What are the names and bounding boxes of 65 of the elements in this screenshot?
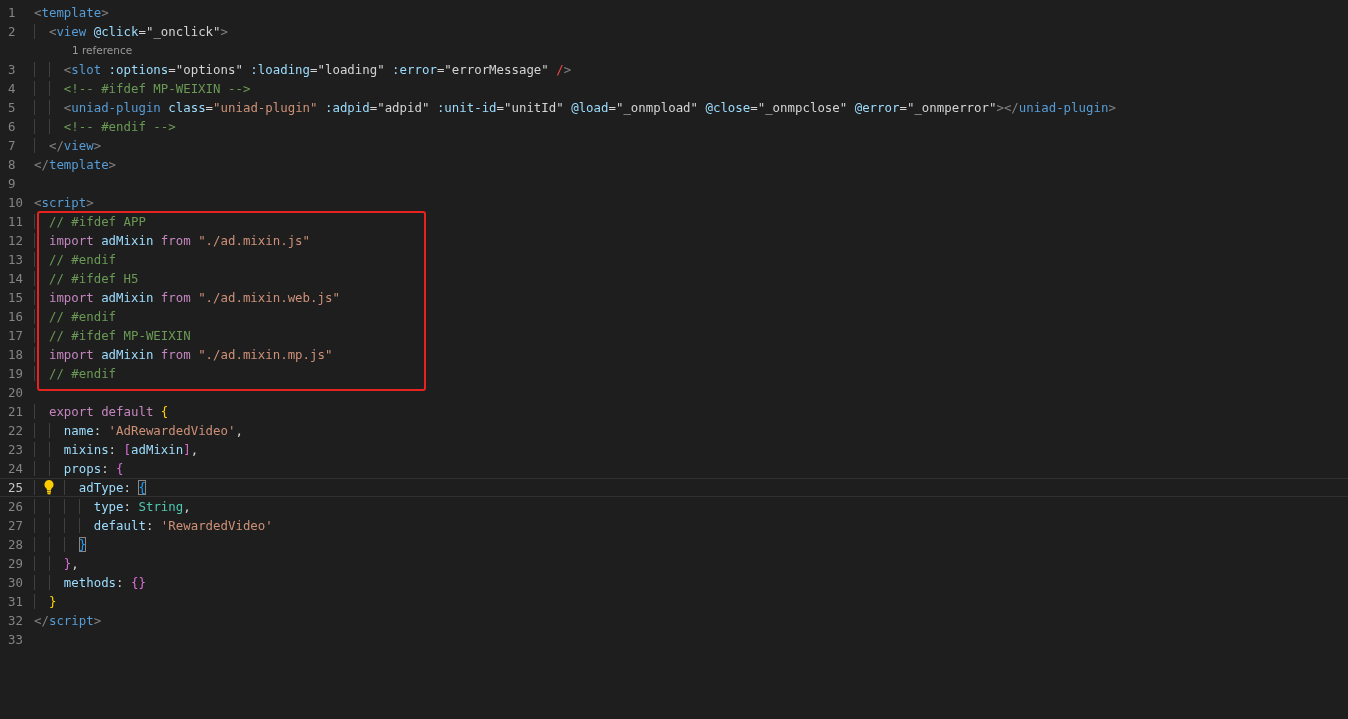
code-line: <!-- #endif --> [34,117,176,136]
code-line: // #endif [34,364,117,383]
code-line: adType: { [34,478,146,497]
line-number: 11 [7,213,24,231]
code-line: // #endif [34,307,117,326]
lightbulb-icon[interactable] [43,479,55,495]
codelens-link[interactable]: 1 reference [72,41,133,60]
line-number: 8 [7,156,17,174]
line-number: 16 [7,308,24,326]
line-number: 24 [7,460,24,478]
code-line: } [34,535,87,554]
line-number: 14 [7,270,24,288]
line-number: 23 [7,441,24,459]
line-number: 27 [7,517,24,535]
code-line: }, [34,554,79,573]
code-line: <view @click="_onclick"> [34,22,228,41]
code-line: // #endif [34,250,117,269]
line-number: 18 [7,346,24,364]
code-line: // #ifdef APP [34,212,146,231]
line-number: 19 [7,365,24,383]
code-line: mixins: [adMixin], [34,440,199,459]
code-line: export default { [34,402,169,421]
line-number: 22 [7,422,24,440]
line-number: 5 [7,99,17,117]
code-line: </view> [34,136,102,155]
line-number: 25 [7,479,24,497]
line-number: 28 [7,536,24,554]
code-line: </template> [34,156,117,174]
code-line: name: 'AdRewardedVideo', [34,421,243,440]
line-number: 33 [7,631,24,649]
line-number: 31 [7,593,24,611]
code-line: <slot :options="options" :loading="loading" :error="errorMessage" /> [34,60,572,79]
code-line: <script> [34,194,94,212]
code-line: </script> [34,612,102,630]
code-line: import adMixin from "./ad.mixin.mp.js" [34,345,333,364]
code-line: // #ifdef MP-WEIXIN [34,326,191,345]
line-number: 12 [7,232,24,250]
line-number: 9 [7,175,17,193]
code-line: } [34,592,57,611]
line-number: 6 [7,118,17,136]
line-number: 15 [7,289,24,307]
line-number: 21 [7,403,24,421]
code-line: type: String, [34,497,191,516]
line-number: 13 [7,251,24,269]
code-line: import adMixin from "./ad.mixin.js" [34,231,311,250]
line-number: 20 [7,384,24,402]
line-number: 30 [7,574,24,592]
line-number: 7 [7,137,17,155]
code-line: <uniad-plugin class="uniad-plugin" :adpid="adpid" :unit-id="unitId" @load="_onmpload" @close="_onmpclose" @error="_onmperror"></uniad-plugin> [34,98,1116,117]
line-number: 4 [7,80,17,98]
code-line: methods: {} [34,573,146,592]
line-number: 2 [7,23,17,41]
line-number: 26 [7,498,24,516]
line-number: 10 [7,194,24,212]
code-line: <template> [34,4,109,22]
line-number: 1 [7,4,17,22]
line-number: 32 [7,612,24,630]
code-line: <!-- #ifdef MP-WEIXIN --> [34,79,251,98]
code-line: // #ifdef H5 [34,269,139,288]
line-number: 3 [7,61,17,79]
code-line: default: 'RewardedVideo' [34,516,273,535]
code-line: props: { [34,459,124,478]
line-number: 17 [7,327,24,345]
line-number: 29 [7,555,24,573]
code-line: import adMixin from "./ad.mixin.web.js" [34,288,340,307]
